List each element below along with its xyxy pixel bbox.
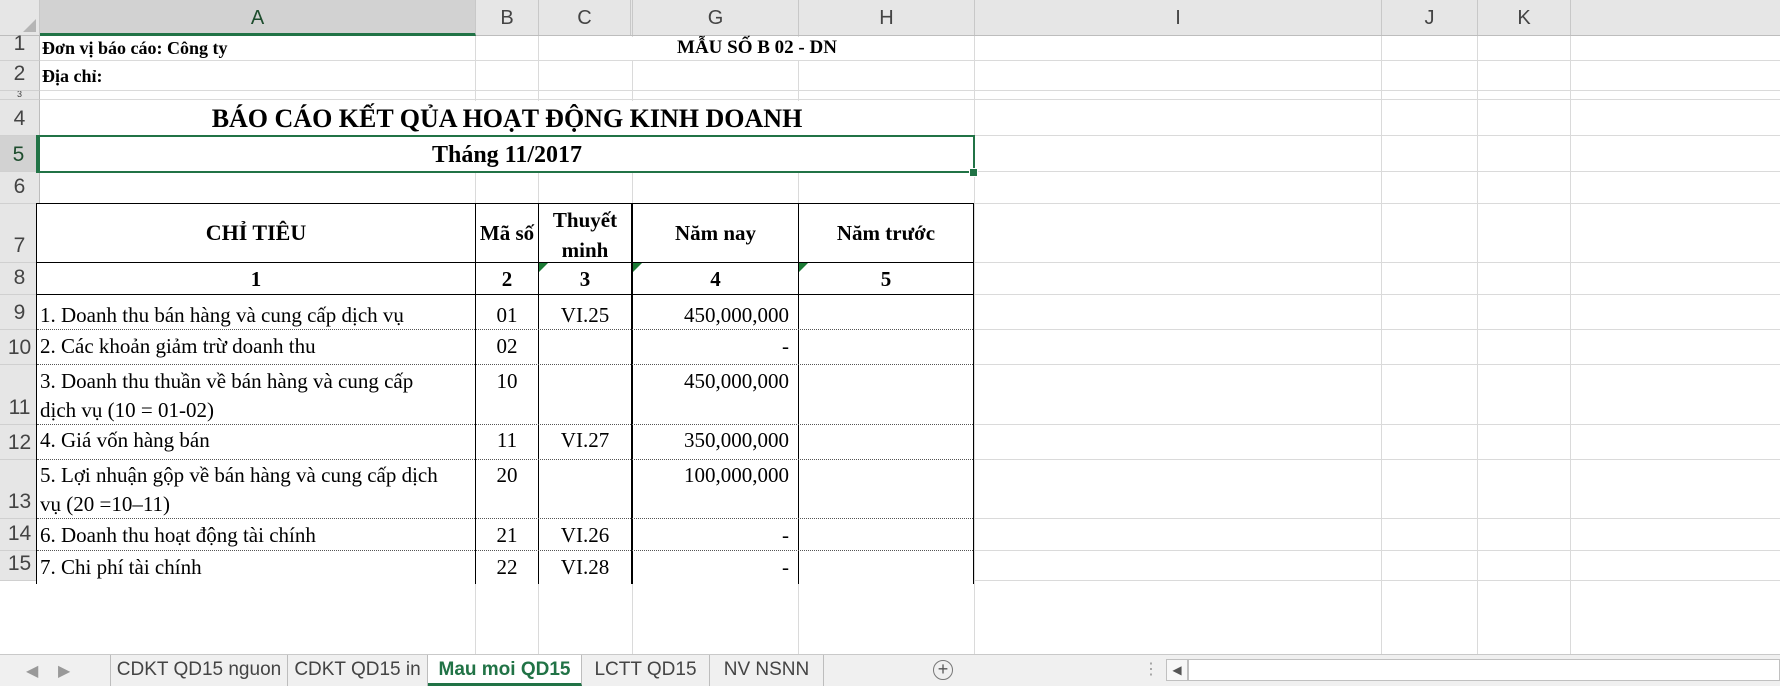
row-current: - xyxy=(782,523,789,547)
selected-range[interactable] xyxy=(36,135,975,173)
column-header-k[interactable]: K xyxy=(1478,0,1571,35)
column-header-b[interactable]: B xyxy=(476,0,539,35)
row-label: 3. Doanh thu thuần về bán hàng và cung c… xyxy=(40,369,414,393)
row-label-cont: vụ (20 =10–11) xyxy=(40,492,171,516)
form-code-label: MẪU SỐ B 02 - DN xyxy=(677,37,837,58)
row-current: 100,000,000 xyxy=(684,463,789,487)
row-header-3[interactable]: 3 xyxy=(0,91,40,100)
row-header-7[interactable]: 7 xyxy=(0,204,40,263)
column-header-g[interactable]: G xyxy=(633,0,799,35)
sheet-tab-cdkt-qd15-in[interactable]: CDKT QD15 in xyxy=(288,655,428,686)
row-code: 22 xyxy=(496,555,518,579)
row-label-cont: dịch vụ (10 = 01-02) xyxy=(40,398,214,422)
row-label: 2. Các khoản giảm trừ doanh thu xyxy=(40,334,316,358)
row-label: 5. Lợi nhuận gộp về bán hàng và cung cấp… xyxy=(40,463,438,487)
report-title: BÁO CÁO KẾT QỦA HOẠT ĐỘNG KINH DOANH xyxy=(211,104,803,133)
tab-splitter-icon[interactable]: ⋮ xyxy=(1143,659,1159,679)
column-header-h[interactable]: H xyxy=(799,0,975,35)
row-header-15[interactable]: 15 xyxy=(0,551,40,581)
tab-next-arrow-icon[interactable]: ▶ xyxy=(58,661,70,681)
row-header-8[interactable]: 8 xyxy=(0,263,40,295)
plus-circle-icon[interactable]: + xyxy=(933,660,953,680)
header-thuyet-minh-line1: Thuyết xyxy=(552,208,618,232)
header-chi-tieu: CHỈ TIÊU xyxy=(205,220,307,245)
row-current: 450,000,000 xyxy=(684,369,789,393)
colnum-1: 1 xyxy=(250,267,262,291)
row-header-13[interactable]: 13 xyxy=(0,460,40,519)
row-label: 6. Doanh thu hoạt động tài chính xyxy=(40,523,316,547)
row-code: 20 xyxy=(496,463,518,487)
colnum-3: 3 xyxy=(579,267,591,291)
row-current: - xyxy=(782,555,789,579)
column-header-c[interactable]: C xyxy=(539,0,633,35)
row-label: 1. Doanh thu bán hàng và cung cấp dịch v… xyxy=(40,303,404,327)
row-current: 350,000,000 xyxy=(684,428,789,452)
row-header-11[interactable]: 11 xyxy=(0,365,40,425)
row-header-12[interactable]: 12 xyxy=(0,425,40,460)
select-all-corner[interactable] xyxy=(0,0,40,35)
colnum-2: 2 xyxy=(501,267,513,291)
row-code: 02 xyxy=(496,334,518,358)
row-header-9[interactable]: 9 xyxy=(0,295,40,330)
sheet-tab-nv-nsnn[interactable]: NV NSNN xyxy=(710,655,824,686)
row-header-4[interactable]: 4 xyxy=(0,100,40,136)
sheet-tab-lctt-qd15[interactable]: LCTT QD15 xyxy=(582,655,710,686)
header-thuyet-minh-line2: minh xyxy=(561,238,609,262)
row-code: 21 xyxy=(496,523,518,547)
column-header-j[interactable]: J xyxy=(1382,0,1478,35)
row-note: VI.26 xyxy=(560,523,610,547)
fill-handle[interactable] xyxy=(969,168,978,177)
row-note: VI.25 xyxy=(560,303,610,327)
scroll-left-arrow-icon[interactable]: ◀ xyxy=(1166,659,1188,681)
horizontal-scrollbar[interactable] xyxy=(1188,659,1780,681)
row-code: 01 xyxy=(496,303,518,327)
row-header-5[interactable]: 5 xyxy=(0,136,40,172)
column-header-i[interactable]: I xyxy=(975,0,1382,35)
report-unit-label: Đơn vị báo cáo: Công ty xyxy=(42,38,228,58)
sheet-tab-cdkt-qd15-nguon[interactable]: CDKT QD15 nguon xyxy=(110,655,288,686)
sheet-tab-mau-moi-qd15[interactable]: Mau moi QD15 xyxy=(428,655,582,686)
header-nam-truoc: Năm trước xyxy=(836,221,936,245)
row-label: 4. Giá vốn hàng bán xyxy=(40,428,210,452)
colnum-4: 4 xyxy=(710,267,721,291)
spreadsheet[interactable]: A B C G H I J K 1 2 3 4 5 6 7 8 9 10 11 … xyxy=(0,0,1780,654)
row-header-1[interactable]: 1 xyxy=(0,32,40,61)
column-header-a[interactable]: A xyxy=(40,0,476,36)
row-note: VI.28 xyxy=(560,555,610,579)
row-code: 11 xyxy=(496,428,518,452)
row-code: 10 xyxy=(496,369,518,393)
header-ma-so: Mã số xyxy=(479,221,535,245)
row-current: 450,000,000 xyxy=(684,303,789,327)
row-header-10[interactable]: 10 xyxy=(0,330,40,365)
header-nam-nay: Năm nay xyxy=(674,221,757,245)
colnum-5: 5 xyxy=(880,267,892,291)
row-header-14[interactable]: 14 xyxy=(0,519,40,551)
row-label: 7. Chi phí tài chính xyxy=(40,555,202,579)
row-header-6[interactable]: 6 xyxy=(0,172,40,204)
row-header-2[interactable]: 2 xyxy=(0,61,40,91)
column-header-bar: A B C G H I J K xyxy=(0,0,1780,36)
tab-prev-arrow-icon[interactable]: ◀ xyxy=(26,661,38,681)
sheet-tab-bar: ◀ ▶ CDKT QD15 nguon CDKT QD15 in Mau moi… xyxy=(0,654,1780,686)
row-current: - xyxy=(782,334,789,358)
address-label: Địa chỉ: xyxy=(42,66,103,86)
row-note: VI.27 xyxy=(560,428,610,452)
